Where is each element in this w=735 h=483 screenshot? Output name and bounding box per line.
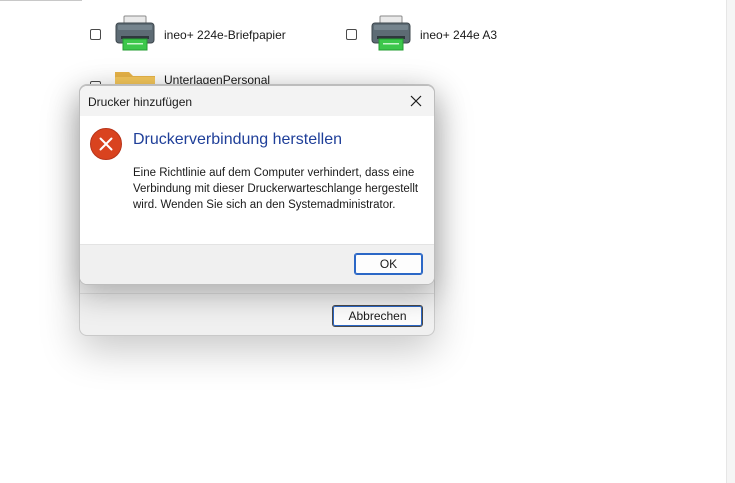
top-divider	[0, 0, 82, 1]
select-checkbox[interactable]	[346, 29, 357, 40]
printer-icon	[115, 15, 155, 51]
close-button[interactable]	[404, 89, 428, 113]
ok-button[interactable]: OK	[354, 253, 423, 275]
select-checkbox[interactable]	[90, 29, 101, 40]
error-dialog: Drucker hinzufügen Druckerverbindung her…	[79, 85, 435, 285]
dialog-footer: OK	[80, 244, 434, 284]
printer-label: ineo+ 244e A3	[420, 28, 498, 42]
cancel-button[interactable]: Abbrechen	[332, 305, 423, 327]
error-icon	[90, 128, 122, 160]
dialog-content: Druckerverbindung herstellen Eine Richtl…	[80, 116, 434, 244]
dialog-titlebar[interactable]: Drucker hinzufügen	[80, 86, 434, 116]
printer-label: ineo+ 224e-Briefpapier	[164, 28, 286, 42]
footer-divider	[80, 293, 434, 294]
close-icon	[410, 95, 422, 107]
dialog-message: Eine Richtlinie auf dem Computer verhind…	[133, 167, 419, 211]
scrollbar-track[interactable]	[726, 0, 735, 483]
dialog-title: Drucker hinzufügen	[88, 95, 193, 109]
dialog-heading: Druckerverbindung herstellen	[133, 131, 342, 148]
printer-icon	[371, 15, 411, 51]
